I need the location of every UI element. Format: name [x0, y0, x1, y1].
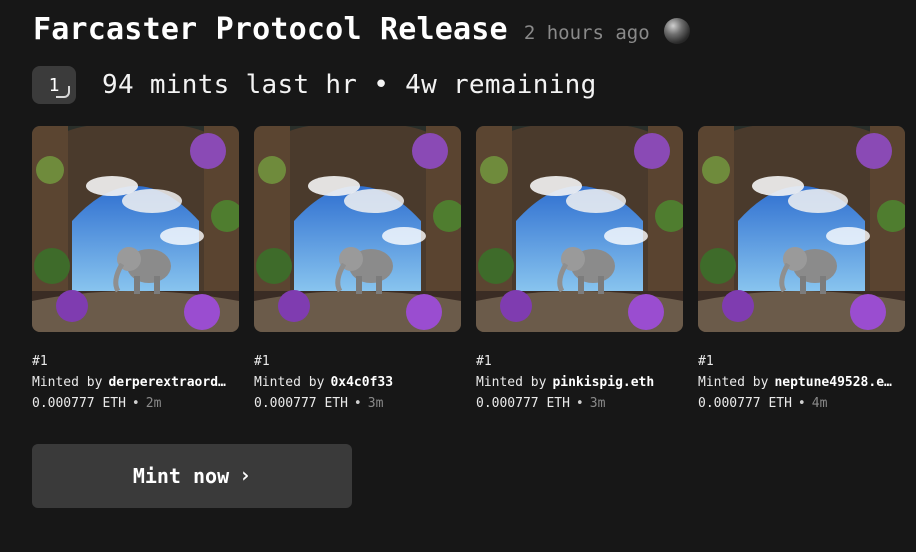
minter-name[interactable]: derperextraord… — [108, 372, 225, 393]
minter-name[interactable]: pinkispig.eth — [552, 372, 654, 393]
token-id: #1 — [698, 354, 714, 369]
elephant-arch-image — [254, 126, 461, 332]
count-badge: 1 — [32, 66, 76, 104]
minter-row: Minted by pinkispig.eth — [476, 372, 683, 393]
price-row: 0.000777 ETH • 4m — [698, 393, 905, 414]
stats-text: 94 mints last hr • 4w remaining — [102, 70, 597, 100]
separator-dot: • — [797, 396, 806, 411]
posted-time: 2 hours ago — [523, 22, 650, 44]
price: 0.000777 ETH — [254, 396, 348, 411]
separator-dot: • — [575, 396, 584, 411]
minter-row: Minted by neptune49528.e… — [698, 372, 905, 393]
token-row: #1 — [254, 351, 461, 372]
minter-name[interactable]: neptune49528.e… — [774, 372, 891, 393]
corner-arrow-icon — [56, 86, 70, 98]
price: 0.000777 ETH — [32, 396, 126, 411]
token-id: #1 — [32, 354, 48, 369]
minted-ago: 3m — [589, 396, 606, 411]
elephant-arch-image — [32, 126, 239, 332]
mint-card[interactable]: #1 Minted by derperextraord… 0.000777 ET… — [32, 126, 239, 414]
minter-row: Minted by derperextraord… — [32, 372, 239, 393]
mint-stats: 1 94 mints last hr • 4w remaining — [32, 66, 597, 104]
minted-by-label: Minted by — [32, 375, 103, 390]
separator-dot: • — [131, 396, 140, 411]
token-id: #1 — [476, 354, 492, 369]
nft-thumbnail[interactable] — [698, 126, 905, 332]
page-title: Farcaster Protocol Release — [33, 12, 508, 47]
token-row: #1 — [698, 351, 905, 372]
mint-meta: #1 Minted by derperextraord… 0.000777 ET… — [32, 351, 239, 414]
elephant-arch-image — [476, 126, 683, 332]
avatar-orb-icon[interactable] — [663, 17, 690, 44]
header: Farcaster Protocol Release 2 hours ago — [33, 12, 690, 47]
minted-by-label: Minted by — [698, 375, 769, 390]
mint-now-label: Mint now — [132, 464, 230, 488]
mint-meta: #1 Minted by 0x4c0f33 0.000777 ETH • 3m — [254, 351, 461, 414]
mint-meta: #1 Minted by pinkispig.eth 0.000777 ETH … — [476, 351, 683, 414]
minted-by-label: Minted by — [254, 375, 325, 390]
mint-card-list: #1 Minted by derperextraord… 0.000777 ET… — [32, 126, 916, 416]
mint-now-button[interactable]: Mint now › — [32, 444, 352, 508]
nft-thumbnail[interactable] — [254, 126, 461, 332]
token-row: #1 — [32, 351, 239, 372]
mint-meta: #1 Minted by neptune49528.e… 0.000777 ET… — [698, 351, 905, 414]
separator-dot: • — [353, 396, 362, 411]
minted-ago: 2m — [145, 396, 162, 411]
price-row: 0.000777 ETH • 2m — [32, 393, 239, 414]
mint-card[interactable]: #1 Minted by neptune49528.e… 0.000777 ET… — [698, 126, 905, 414]
chevron-right-icon: › — [239, 463, 252, 487]
minter-name[interactable]: 0x4c0f33 — [330, 372, 393, 393]
price: 0.000777 ETH — [476, 396, 570, 411]
mint-card[interactable]: #1 Minted by 0x4c0f33 0.000777 ETH • 3m — [254, 126, 461, 414]
elephant-arch-image — [698, 126, 905, 332]
minted-ago: 4m — [811, 396, 828, 411]
page: Farcaster Protocol Release 2 hours ago 1… — [0, 0, 916, 552]
price: 0.000777 ETH — [698, 396, 792, 411]
price-row: 0.000777 ETH • 3m — [476, 393, 683, 414]
minter-row: Minted by 0x4c0f33 — [254, 372, 461, 393]
nft-thumbnail[interactable] — [32, 126, 239, 332]
price-row: 0.000777 ETH • 3m — [254, 393, 461, 414]
token-row: #1 — [476, 351, 683, 372]
nft-thumbnail[interactable] — [476, 126, 683, 332]
minted-ago: 3m — [367, 396, 384, 411]
mint-card[interactable]: #1 Minted by pinkispig.eth 0.000777 ETH … — [476, 126, 683, 414]
token-id: #1 — [254, 354, 270, 369]
minted-by-label: Minted by — [476, 375, 547, 390]
